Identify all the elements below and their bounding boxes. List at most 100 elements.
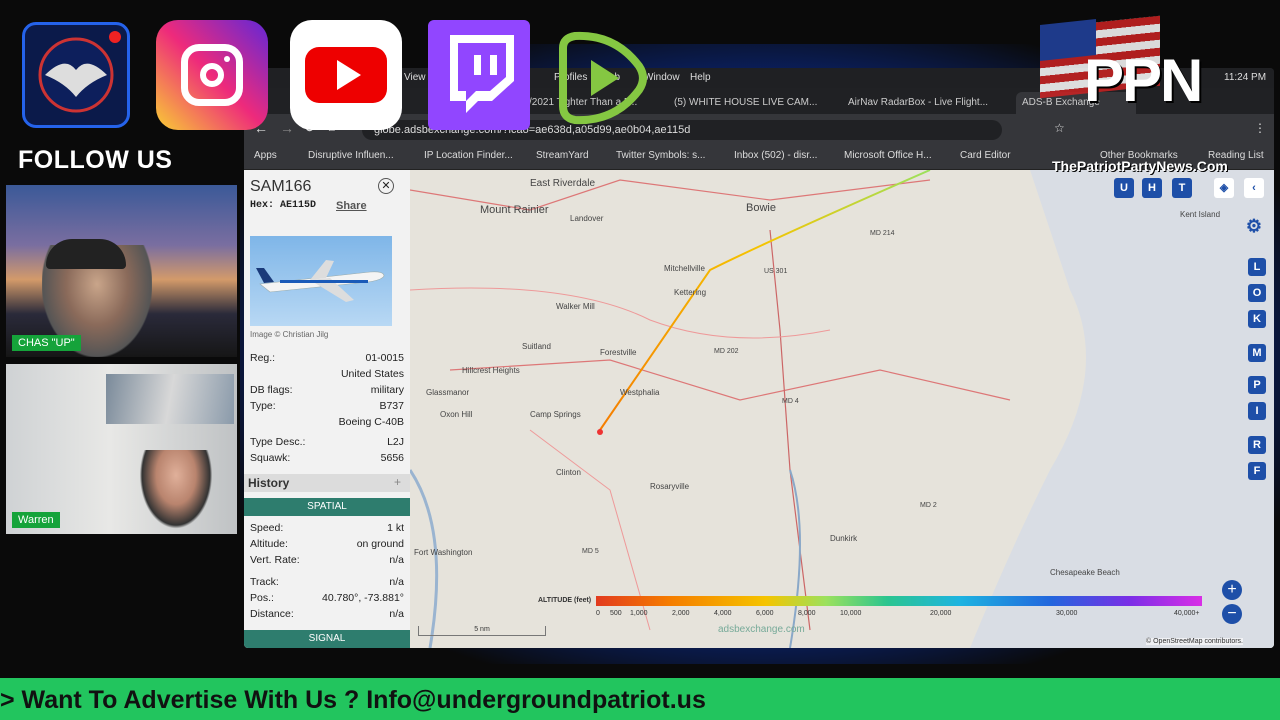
field-row: Reg.: 01-0015: [250, 352, 404, 364]
map-button-o[interactable]: O: [1248, 284, 1266, 302]
webcam-warren: Warren: [6, 364, 237, 534]
map-label: East Riverdale: [530, 178, 596, 189]
map-label: US 301: [764, 268, 788, 275]
forward-icon[interactable]: →: [280, 120, 294, 136]
map-label: Fort Washington: [414, 548, 473, 557]
map-label: MD 2: [920, 502, 937, 509]
close-icon[interactable]: ✕: [378, 178, 394, 194]
bookmark-apps[interactable]: Apps: [254, 150, 277, 161]
field-row: Speed: 1 kt: [250, 522, 404, 534]
image-credit: Image © Christian Jilg: [250, 330, 329, 339]
map-label: Glassmanor: [426, 388, 470, 397]
map-label: MD 214: [870, 230, 895, 237]
advertise-banner[interactable]: > Want To Advertise With Us ? Info@under…: [0, 678, 1280, 720]
field-row: Boeing C-40B: [338, 416, 404, 428]
map-button-f[interactable]: F: [1248, 462, 1266, 480]
map-label: Bowie: [746, 202, 776, 214]
collapse-icon[interactable]: ‹: [1244, 178, 1264, 198]
map-label: Walker Mill: [556, 302, 595, 311]
cam2-name-label: Warren: [12, 512, 60, 528]
map-button-u[interactable]: U: [1114, 178, 1134, 198]
bookmark-office[interactable]: Microsoft Office H...: [844, 150, 932, 161]
bookmark-streamyard[interactable]: StreamYard: [536, 150, 589, 161]
history-header[interactable]: History +: [244, 474, 410, 492]
field-row: Pos.: 40.780°, -73.881°: [250, 592, 404, 604]
bookmark-ip-location[interactable]: IP Location Finder...: [424, 150, 513, 161]
callsign: SAM166: [250, 178, 312, 195]
map-label: MD 202: [714, 348, 739, 355]
map-label: Forestville: [600, 348, 637, 357]
aircraft-photo[interactable]: [250, 236, 392, 326]
field-row: Type: B737: [250, 400, 404, 412]
ppn-logo: PPN ThePatriotPartyNews.Com: [1040, 15, 1270, 178]
airplane-icon: [256, 260, 385, 302]
altitude-color-scale: [596, 596, 1202, 606]
tab-airnav[interactable]: AirNav RadarBox - Live Flight...: [842, 92, 992, 114]
cam1-name-label: CHAS "UP": [12, 335, 81, 351]
map-label: Chesapeake Beach: [1050, 568, 1120, 577]
tab-whitehouse[interactable]: (5) WHITE HOUSE LIVE CAM...: [668, 92, 818, 114]
zoom-in-button[interactable]: +: [1222, 580, 1242, 600]
menu-view[interactable]: View: [404, 72, 426, 83]
rumble-icon[interactable]: [555, 26, 651, 130]
map-button-m[interactable]: M: [1248, 344, 1266, 362]
field-row: Altitude: on ground: [250, 538, 404, 550]
gear-icon[interactable]: ⚙: [1244, 216, 1264, 236]
cap-shape: [46, 239, 126, 269]
map-label: Kent Island: [1180, 210, 1221, 219]
menu-help[interactable]: Help: [690, 72, 711, 83]
map-attribution: © OpenStreetMap contributors.: [1146, 638, 1243, 645]
map-label: Camp Springs: [530, 410, 581, 419]
field-row: United States: [340, 368, 404, 380]
scale-bar: 5 nm: [418, 626, 546, 636]
twitch-icon[interactable]: [428, 20, 530, 130]
map-label: Mount Rainier: [480, 204, 549, 216]
map-label: MD 5: [582, 548, 599, 555]
map-button-p[interactable]: P: [1248, 376, 1266, 394]
instagram-icon[interactable]: [156, 20, 268, 130]
map-button-i[interactable]: I: [1248, 402, 1266, 420]
webcam-chas: CHAS "UP": [6, 185, 237, 357]
altitude-label: ALTITUDE (feet): [538, 597, 592, 604]
person-silhouette: [136, 450, 216, 534]
spatial-header: SPATIAL: [244, 498, 410, 516]
hex-row: Hex: AE115D: [250, 200, 317, 211]
ppn-site: ThePatriotPartyNews.Com: [1052, 158, 1228, 174]
bookmark-card-editor[interactable]: Card Editor: [960, 150, 1011, 161]
map-button-l[interactable]: L: [1248, 258, 1266, 276]
zoom-out-button[interactable]: −: [1222, 604, 1242, 624]
map-label: Kettering: [674, 288, 707, 297]
field-row: DB flags: military: [250, 384, 404, 396]
field-row: Squawk: 5656: [250, 452, 404, 464]
map-label: Westphalia: [620, 388, 660, 397]
map-label: Clinton: [556, 468, 581, 477]
bookmark-inbox[interactable]: Inbox (502) - disr...: [734, 150, 817, 161]
share-link[interactable]: Share: [336, 200, 367, 212]
expand-icon[interactable]: +: [394, 475, 401, 489]
map-button-t[interactable]: T: [1172, 178, 1192, 198]
follow-us-label: FOLLOW US: [18, 146, 173, 174]
eagle-logo-icon: [22, 22, 130, 128]
map-view[interactable]: East Riverdale Mount Rainier Landover Bo…: [410, 170, 1274, 648]
aircraft-info-panel: SAM166 ✕ Hex: AE115D Share Image © Chris…: [244, 170, 410, 648]
map-label: Mitchellville: [664, 264, 705, 273]
map-canvas: [410, 170, 1274, 648]
field-row: Type Desc.: L2J: [250, 436, 404, 448]
map-label: Rosaryville: [650, 482, 690, 491]
layers-icon[interactable]: ◈: [1214, 178, 1234, 198]
field-row: Vert. Rate: n/a: [250, 554, 404, 566]
signal-header: SIGNAL: [244, 630, 410, 648]
map-label: Hillcrest Heights: [462, 366, 520, 375]
bookmark-disruptive[interactable]: Disruptive Influen...: [308, 150, 394, 161]
map-button-h[interactable]: H: [1142, 178, 1162, 198]
map-label: Oxon Hill: [440, 410, 473, 419]
map-label: Dunkirk: [830, 534, 858, 543]
map-button-r[interactable]: R: [1248, 436, 1266, 454]
youtube-icon[interactable]: [290, 20, 402, 130]
altitude-ticks: 0 500 1,000 2,000 4,000 6,000 8,000 10,0…: [596, 610, 1200, 617]
bookmark-twitter-symbols[interactable]: Twitter Symbols: s...: [616, 150, 705, 161]
field-row: Track: n/a: [250, 576, 404, 588]
ppn-wordmark: PPN: [1084, 47, 1203, 114]
watermark: adsbexchange.com: [718, 624, 805, 635]
map-button-k[interactable]: K: [1248, 310, 1266, 328]
